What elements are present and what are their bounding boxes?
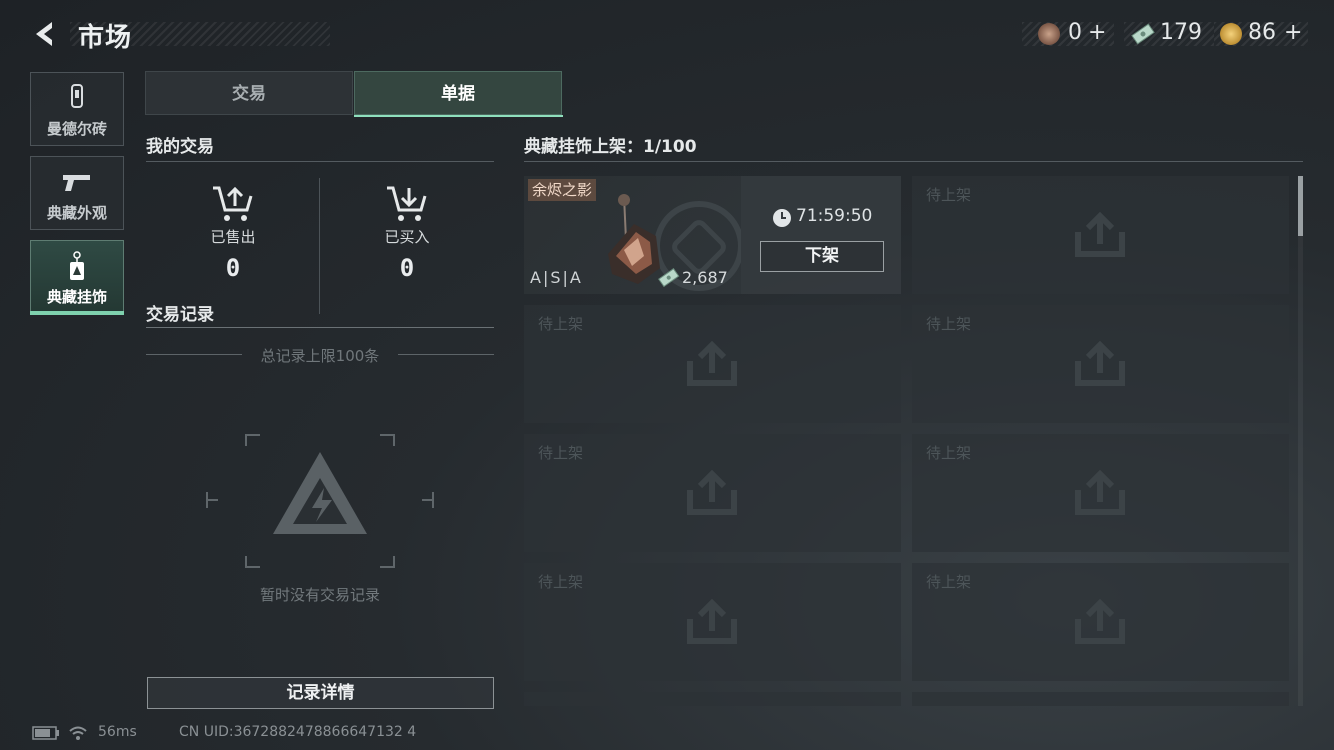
record-details-button[interactable]: 记录详情: [147, 677, 494, 709]
empty-listing-slot[interactable]: 待上架: [912, 563, 1289, 681]
upload-icon: [1074, 340, 1126, 391]
upload-icon: [1074, 211, 1126, 262]
empty-listing-slot[interactable]: 待上架: [524, 434, 901, 552]
empty-listing-slot[interactable]: 待上架: [912, 434, 1289, 552]
charm-tag-icon: [31, 251, 123, 287]
wifi-icon: [68, 724, 88, 746]
ping-text: 56ms: [98, 724, 137, 740]
gold-coin-icon: [1220, 23, 1242, 45]
records-limit-text: 总记录上限100条: [260, 347, 380, 365]
sidebar-item-mandel-brick[interactable]: 曼德尔砖: [30, 72, 124, 146]
upload-icon: [686, 340, 738, 391]
divider: [319, 178, 320, 314]
slot-label: 待上架: [926, 186, 972, 204]
currency-badge-value: 0: [1068, 20, 1082, 45]
sidebar-item-label: 曼德尔砖: [46, 120, 107, 138]
tab-trade[interactable]: 交易: [145, 71, 353, 115]
divider: [146, 327, 494, 328]
divider: [398, 354, 494, 355]
sidebar-active-indicator: [30, 311, 124, 315]
currency-banknote-value: 179: [1160, 20, 1202, 45]
pistol-icon: [31, 167, 123, 199]
empty-listing-slot[interactable]: 待上架: [912, 305, 1289, 423]
item-price: 2,687: [682, 268, 728, 287]
sold-cart-icon: [211, 184, 255, 228]
slot-label: 待上架: [538, 573, 584, 591]
currency-gold-value: 86: [1248, 20, 1276, 45]
banknote-icon: [1130, 23, 1156, 49]
sidebar-item-label: 典藏挂饰: [46, 288, 107, 306]
uid-text: CN UID:3672882478866647132 4: [179, 724, 417, 740]
trade-records-title: 交易记录: [146, 305, 214, 325]
listed-item-card[interactable]: 余烬之影 A|S|A 2,687 71:59:50 下架: [524, 176, 901, 294]
currency-gold[interactable]: 86 +: [1214, 20, 1308, 46]
currency-badge-plus[interactable]: +: [1088, 20, 1106, 45]
empty-listing-slot[interactable]: [524, 692, 901, 706]
empty-records-text: 暂时没有交易记录: [259, 586, 380, 604]
upload-icon: [1074, 598, 1126, 649]
divider: [146, 354, 242, 355]
currency-gold-plus[interactable]: +: [1284, 20, 1302, 45]
empty-records-icon: [204, 432, 436, 574]
empty-listing-slot[interactable]: 待上架: [524, 563, 901, 681]
upload-icon: [686, 598, 738, 649]
empty-listing-slot[interactable]: [912, 692, 1289, 706]
back-button[interactable]: [30, 18, 60, 50]
badge-coin-icon: [1038, 23, 1060, 45]
slot-label: 待上架: [926, 573, 972, 591]
slot-label: 待上架: [538, 315, 584, 333]
bought-label: 已买入: [384, 228, 430, 246]
slot-label: 待上架: [538, 444, 584, 462]
scrollbar-thumb[interactable]: [1298, 176, 1303, 236]
banknote-icon: [658, 268, 680, 292]
sold-label: 已售出: [210, 228, 256, 246]
slot-label: 待上架: [926, 315, 972, 333]
chevron-left-icon: [36, 22, 52, 46]
empty-listing-slot[interactable]: 待上架: [524, 305, 901, 423]
tab-bar: 交易 单据: [145, 71, 563, 117]
listing-timer: 71:59:50: [796, 206, 873, 226]
currency-banknote[interactable]: 179: [1124, 20, 1214, 49]
clock-icon: [772, 208, 792, 232]
upload-icon: [686, 469, 738, 520]
tab-active-indicator: [354, 115, 563, 117]
sidebar-item-collection-skins[interactable]: 典藏外观: [30, 156, 124, 230]
sidebar-item-collection-charms[interactable]: 典藏挂饰: [30, 240, 124, 314]
bought-cart-icon: [385, 184, 429, 228]
item-code: A|S|A: [530, 268, 583, 287]
sold-count: 0: [225, 254, 241, 282]
sidebar-item-label: 典藏外观: [46, 204, 107, 222]
battery-icon: [32, 726, 60, 744]
listings-title: 典藏挂饰上架：1/100: [524, 137, 697, 157]
page-title: 市场: [78, 23, 133, 53]
currency-badge[interactable]: 0 +: [1022, 20, 1114, 46]
item-name-badge: 余烬之影: [528, 179, 597, 201]
header: 市场 0 + 179 86 +: [0, 0, 1334, 68]
bought-count: 0: [399, 254, 415, 282]
slot-label: 待上架: [926, 444, 972, 462]
my-trades-title: 我的交易: [146, 137, 214, 157]
scrollbar-track[interactable]: [1298, 176, 1303, 706]
delist-button[interactable]: 下架: [760, 241, 884, 272]
tab-orders[interactable]: 单据: [354, 71, 562, 115]
divider: [146, 161, 494, 162]
upload-icon: [1074, 469, 1126, 520]
status-bar: 56ms CN UID:3672882478866647132 4: [0, 720, 1334, 750]
empty-listing-slot[interactable]: 待上架: [912, 176, 1289, 294]
divider: [524, 161, 1303, 162]
brick-icon: [31, 83, 123, 115]
